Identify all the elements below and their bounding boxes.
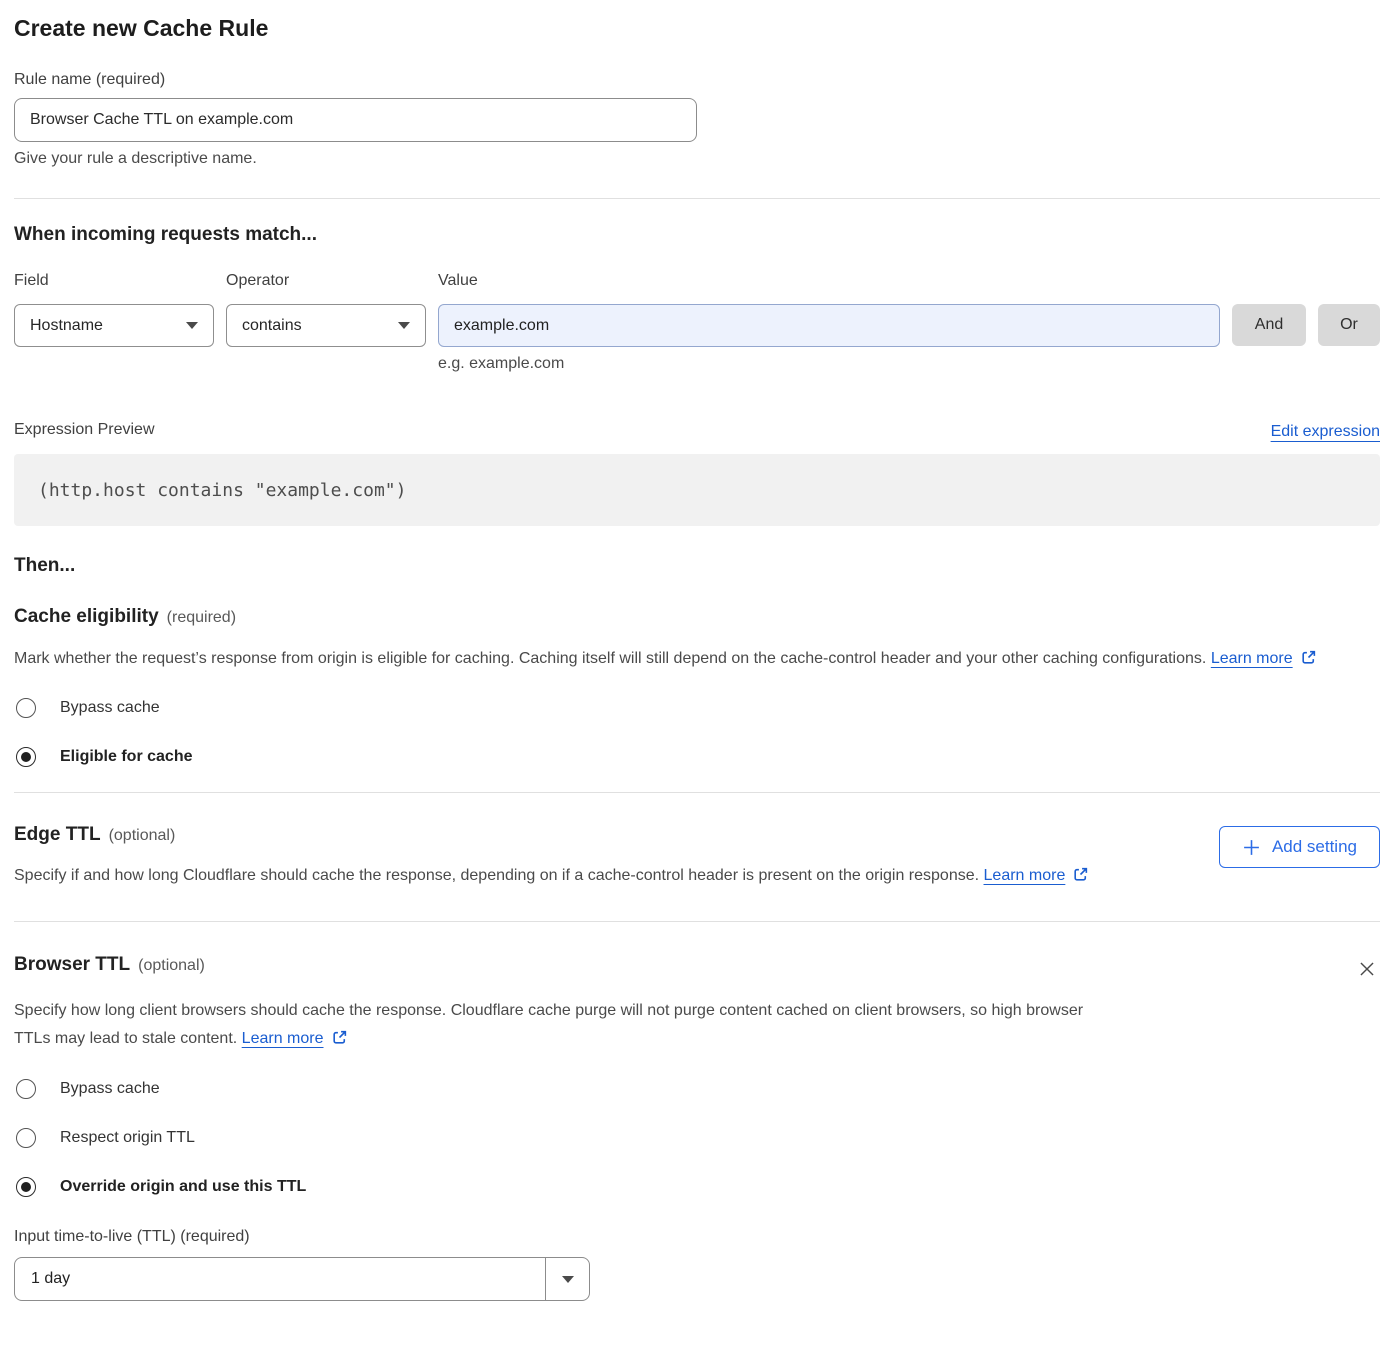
expression-preview-box: (http.host contains "example.com") [14, 454, 1380, 526]
edge-ttl-title-text: Edge TTL [14, 824, 101, 845]
radio-icon [16, 747, 36, 767]
add-setting-label: Add setting [1272, 837, 1357, 857]
field-select[interactable]: Hostname [14, 304, 214, 347]
expression-preview-label: Expression Preview [14, 419, 155, 441]
browser-ttl-title: Browser TTL (optional) [14, 954, 205, 977]
match-heading: When incoming requests match... [14, 223, 1380, 247]
rule-name-help: Give your rule a descriptive name. [14, 150, 1380, 168]
value-hint: e.g. example.com [438, 355, 1220, 373]
browser-ttl-header: Browser TTL (optional) [14, 954, 1380, 982]
then-heading: Then... [14, 554, 1380, 578]
cache-eligibility-title-text: Cache eligibility [14, 606, 159, 627]
external-link-icon [1300, 648, 1317, 676]
browser-ttl-title-text: Browser TTL [14, 954, 130, 975]
field-select-value: Hostname [30, 317, 103, 335]
browser-ttl-description: Specify how long client browsers should … [14, 997, 1094, 1056]
expression-code: (http.host contains "example.com") [38, 480, 406, 501]
radio-icon [16, 1177, 36, 1197]
cache-eligibility-description-text: Mark whether the request’s response from… [14, 650, 1206, 667]
value-label: Value [438, 271, 1220, 291]
radio-icon [16, 698, 36, 718]
field-label: Field [14, 271, 214, 291]
operator-label: Operator [226, 271, 426, 291]
edit-expression-link[interactable]: Edit expression [1271, 423, 1380, 441]
external-link-icon [1072, 865, 1089, 893]
add-setting-button[interactable]: Add setting [1219, 826, 1380, 868]
plus-icon [1242, 838, 1261, 857]
rule-name-input[interactable] [14, 98, 697, 142]
optional-tag: (optional) [138, 957, 205, 974]
chevron-down-icon [398, 322, 410, 329]
radio-label: Respect origin TTL [60, 1127, 195, 1149]
radio-icon [16, 1079, 36, 1099]
radio-label: Override origin and use this TTL [60, 1176, 306, 1198]
divider [14, 792, 1380, 793]
radio-label: Eligible for cache [60, 746, 192, 768]
cache-eligibility-options: Bypass cache Eligible for cache [14, 697, 1380, 768]
browser-ttl-options: Bypass cache Respect origin TTL Override… [14, 1078, 1380, 1198]
or-button[interactable]: Or [1318, 304, 1380, 346]
learn-more-link[interactable]: Learn more [984, 867, 1066, 884]
learn-more-link[interactable]: Learn more [242, 1030, 324, 1047]
external-link-icon [331, 1028, 348, 1056]
match-builder: Field Operator Value Hostname contains A… [14, 271, 1380, 373]
close-button[interactable] [1354, 956, 1380, 982]
radio-override-origin-ttl[interactable]: Override origin and use this TTL [16, 1176, 1380, 1198]
edge-ttl-section: Edge TTL (optional) Specify if and how lo… [14, 824, 1380, 893]
expression-preview-header: Expression Preview Edit expression [14, 419, 1380, 441]
and-button[interactable]: And [1232, 304, 1306, 346]
divider [14, 921, 1380, 922]
radio-label: Bypass cache [60, 697, 160, 719]
close-icon [1356, 958, 1378, 980]
operator-select[interactable]: contains [226, 304, 426, 347]
radio-label: Bypass cache [60, 1078, 160, 1100]
radio-bypass-cache[interactable]: Bypass cache [16, 697, 1380, 719]
learn-more-link[interactable]: Learn more [1211, 650, 1293, 667]
ttl-select[interactable]: 1 day [14, 1257, 590, 1301]
chevron-down-icon [545, 1258, 589, 1300]
browser-ttl-description-text: Specify how long client browsers should … [14, 1002, 1083, 1047]
rule-name-label: Rule name (required) [14, 70, 1380, 90]
page-title: Create new Cache Rule [14, 13, 1380, 43]
chevron-down-icon [186, 322, 198, 329]
value-input[interactable] [438, 304, 1220, 347]
required-tag: (required) [167, 609, 236, 626]
optional-tag: (optional) [109, 827, 176, 844]
edge-ttl-description: Specify if and how long Cloudflare shoul… [14, 862, 1089, 893]
ttl-input-label: Input time-to-live (TTL) (required) [14, 1227, 1380, 1247]
cache-eligibility-description: Mark whether the request’s response from… [14, 645, 1354, 676]
radio-eligible-for-cache[interactable]: Eligible for cache [16, 746, 1380, 768]
divider [14, 198, 1380, 199]
cache-eligibility-title: Cache eligibility (required) [14, 606, 1380, 629]
radio-respect-origin-ttl[interactable]: Respect origin TTL [16, 1127, 1380, 1149]
create-cache-rule-form: Create new Cache Rule Rule name (require… [0, 0, 1400, 1318]
edge-ttl-title: Edge TTL (optional) [14, 824, 1089, 847]
edge-ttl-description-text: Specify if and how long Cloudflare shoul… [14, 867, 979, 884]
radio-bypass-cache[interactable]: Bypass cache [16, 1078, 1380, 1100]
ttl-select-value: 1 day [15, 1258, 545, 1300]
operator-select-value: contains [242, 317, 302, 335]
radio-icon [16, 1128, 36, 1148]
